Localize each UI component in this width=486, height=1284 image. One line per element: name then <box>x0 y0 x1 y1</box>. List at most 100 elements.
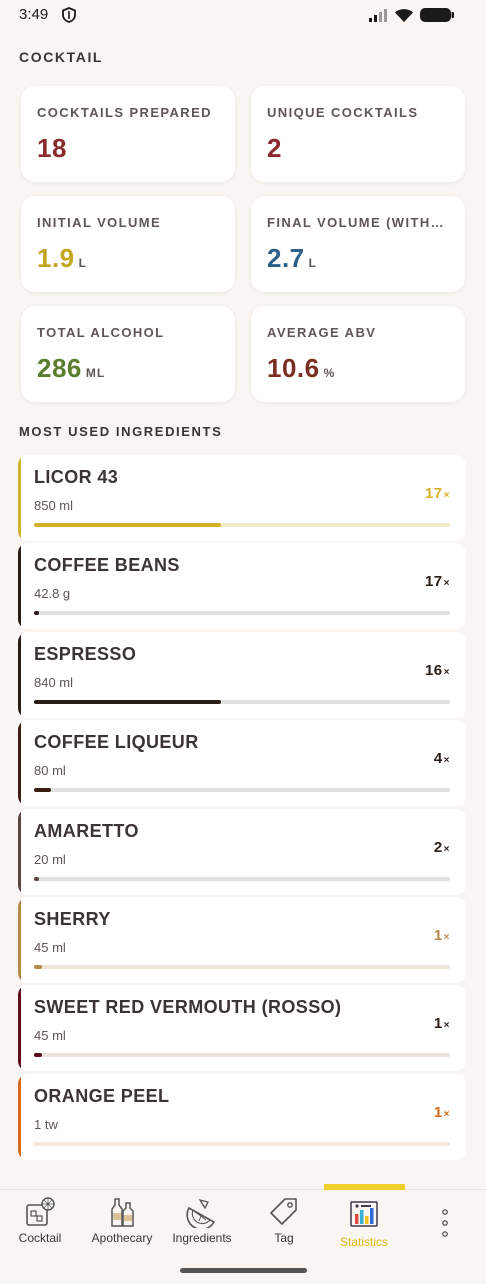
ingredient-row[interactable]: SHERRY 45 ml 1× <box>18 896 466 983</box>
status-time: 3:49 <box>19 6 49 23</box>
usage-bar-track <box>34 876 450 881</box>
stat-label: UNIQUE COCKTAILS <box>267 105 419 120</box>
ingredient-name: ORANGE PEEL <box>34 1085 170 1106</box>
lemon-slice-icon <box>186 1198 216 1228</box>
stat-value: 1.9 L <box>37 243 87 273</box>
wifi-icon <box>395 8 413 22</box>
ingredient-count: 2× <box>433 838 450 856</box>
section-title-cocktail: COCKTAIL <box>19 49 104 65</box>
ingredient-count: 17× <box>424 485 450 502</box>
ingredient-name: COFFEE LIQUEUR <box>34 732 199 753</box>
ingredient-accent <box>18 720 21 807</box>
ingredient-amount: 20 ml <box>34 851 66 867</box>
ingredient-amount: 850 ml <box>34 498 74 513</box>
ingredient-row[interactable]: ORANGE PEEL 1 tw 1× <box>18 1073 466 1160</box>
usage-bar-fill <box>34 699 222 704</box>
stat-unit: % <box>323 366 336 380</box>
nav-item-tag[interactable]: Tag <box>244 1190 324 1260</box>
stat-value: 2 <box>267 133 282 163</box>
stat-card-total-alcohol: TOTAL ALCOHOL 286 ML <box>21 306 235 402</box>
usage-bar-track <box>34 1141 450 1146</box>
ingredient-count: 1× <box>433 926 450 944</box>
ingredient-count: 1× <box>433 1015 450 1033</box>
stat-value: 286 ML <box>37 353 106 383</box>
shield-icon <box>62 7 76 23</box>
ingredient-amount: 80 ml <box>34 763 66 779</box>
home-indicator <box>180 1268 307 1273</box>
ingredient-count: 1× <box>433 1103 450 1121</box>
nav-item-cocktail[interactable]: Cocktail <box>0 1190 80 1260</box>
tag-icon <box>270 1198 297 1225</box>
nav-item-statistics[interactable]: Statistics <box>324 1190 404 1260</box>
nav-label: Tag <box>274 1231 294 1245</box>
more-menu-button[interactable] <box>425 1190 465 1260</box>
usage-bar-fill <box>34 523 222 527</box>
stat-label: TOTAL ALCOHOL <box>37 325 165 340</box>
usage-bar-track <box>34 699 450 704</box>
nav-item-ingredients[interactable]: Ingredients <box>162 1190 242 1260</box>
usage-bar-track <box>34 523 450 527</box>
cocktail-glass-icon <box>26 1197 55 1226</box>
signal-icon <box>369 9 387 22</box>
ingredient-row[interactable]: SWEET RED VERMOUTH (ROSSO) 45 ml 1× <box>18 985 466 1072</box>
ingredient-row[interactable]: ESPRESSO 840 ml 16× <box>18 631 466 718</box>
ingredient-row[interactable]: COFFEE BEANS 42.8 g 17× <box>18 543 466 630</box>
usage-bar-fill <box>34 1053 43 1058</box>
stat-card-average-abv: AVERAGE ABV 10.6% <box>251 306 465 402</box>
stat-unit: ML <box>85 366 106 380</box>
status-bar: 3:49 <box>0 0 486 32</box>
ingredient-accent <box>18 1073 21 1160</box>
stat-unit: L <box>78 256 87 270</box>
ingredient-name: AMARETTO <box>34 820 139 841</box>
stat-label: FINAL VOLUME (WITHOUT SHAKING) <box>267 215 453 230</box>
ingredient-amount: 1 tw <box>34 1116 58 1132</box>
ingredient-accent <box>18 808 21 895</box>
ingredient-amount: 45 ml <box>34 939 66 955</box>
more-vertical-icon <box>442 1209 448 1237</box>
nav-label: Apothecary <box>91 1231 153 1245</box>
stat-label: COCKTAILS PREPARED <box>37 105 212 120</box>
usage-bar-fill <box>34 611 39 616</box>
ingredient-amount: 45 ml <box>34 1028 66 1044</box>
ingredient-list: LICOR 43 850 ml 17× COFFEE BEANS 42.8 g 17× ES… <box>18 455 466 1162</box>
stat-card-cocktails-prepared: COCKTAILS PREPARED 18 <box>21 86 235 182</box>
bottles-icon <box>111 1198 134 1227</box>
usage-bar-fill <box>34 964 43 969</box>
ingredient-count: 16× <box>424 661 450 679</box>
section-title-ingredients: MOST USED INGREDIENTS <box>19 424 223 439</box>
stat-card-initial-volume: INITIAL VOLUME 1.9 L <box>21 196 235 292</box>
nav-label: Cocktail <box>18 1231 62 1245</box>
stat-card-unique-cocktails: UNIQUE COCKTAILS 2 <box>251 86 465 182</box>
ingredient-count: 17× <box>424 573 450 591</box>
usage-bar-track <box>34 611 450 616</box>
ingredient-accent <box>18 896 21 983</box>
stat-value: 10.6% <box>267 353 336 383</box>
usage-bar-track <box>34 788 450 793</box>
usage-bar-fill <box>34 876 39 881</box>
ingredient-row[interactable]: AMARETTO 20 ml 2× <box>18 808 466 895</box>
ingredient-name: ESPRESSO <box>34 643 137 664</box>
ingredient-accent <box>18 631 21 718</box>
ingredient-name: LICOR 43 <box>34 467 119 487</box>
ingredient-name: COFFEE BEANS <box>34 555 180 576</box>
usage-bar-track <box>34 964 450 969</box>
ingredient-name: SWEET RED VERMOUTH (ROSSO) <box>34 997 342 1018</box>
ingredient-amount: 42.8 g <box>34 586 71 602</box>
stat-card-final-volume: FINAL VOLUME (WITHOUT SHAKING) 2.7L <box>251 196 465 292</box>
nav-label: Statistics <box>339 1235 388 1249</box>
stat-value: 18 <box>37 133 67 163</box>
ingredient-name: SHERRY <box>34 908 111 929</box>
ingredient-accent <box>18 543 21 630</box>
ingredient-row[interactable]: COFFEE LIQUEUR 80 ml 4× <box>18 720 466 807</box>
usage-bar-fill <box>34 788 51 793</box>
stat-label: AVERAGE ABV <box>267 325 377 340</box>
nav-item-apothecary[interactable]: Apothecary <box>82 1190 162 1260</box>
bar-chart-icon <box>350 1201 378 1227</box>
stat-label: INITIAL VOLUME <box>37 215 162 230</box>
ingredient-amount: 840 ml <box>34 674 74 690</box>
ingredient-accent <box>18 985 21 1072</box>
ingredient-accent <box>18 455 21 541</box>
battery-icon <box>420 8 454 22</box>
usage-bar-track <box>34 1053 450 1058</box>
ingredient-row[interactable]: LICOR 43 850 ml 17× <box>18 455 466 541</box>
